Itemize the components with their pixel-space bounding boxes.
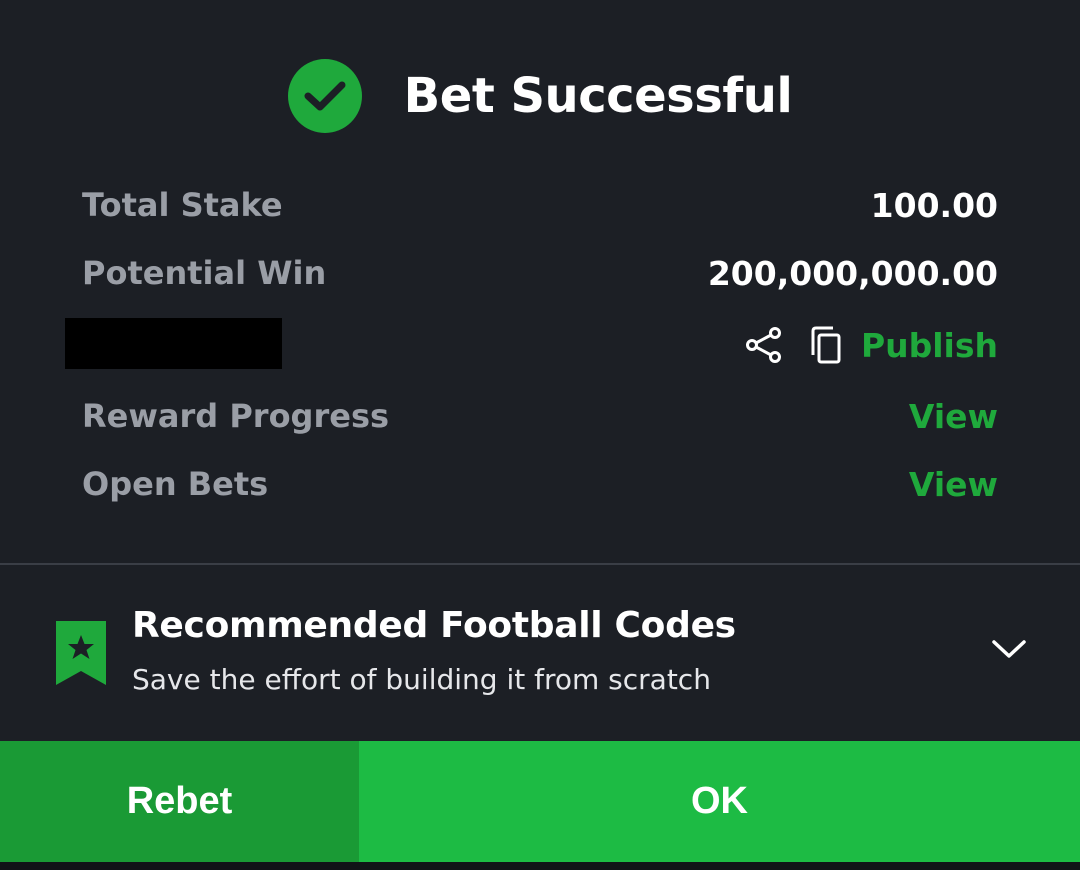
check-circle-icon <box>287 59 362 133</box>
bottom-edge <box>0 862 1080 870</box>
copy-icon[interactable] <box>807 325 845 365</box>
open-bets-row: Open Bets View <box>82 459 998 509</box>
potential-win-value: 200,000,000.00 <box>707 253 998 293</box>
reward-progress-label: Reward Progress <box>82 397 390 435</box>
potential-win-label: Potential Win <box>82 254 327 292</box>
chevron-down-icon[interactable] <box>990 637 1028 665</box>
modal-header: Bet Successful <box>0 55 1080 137</box>
reward-progress-row: Reward Progress View <box>82 391 998 441</box>
open-bets-view-link[interactable]: View <box>909 465 998 504</box>
potential-win-row: Potential Win 200,000,000.00 <box>82 248 998 298</box>
rebet-button[interactable]: Rebet <box>0 741 359 862</box>
publish-link[interactable]: Publish <box>861 326 998 365</box>
recommended-title: Recommended Football Codes <box>132 605 736 646</box>
redacted-booking-code <box>65 318 282 369</box>
share-icon[interactable] <box>745 326 783 364</box>
ok-button[interactable]: OK <box>359 741 1080 862</box>
reward-progress-view-link[interactable]: View <box>909 397 998 436</box>
recommended-subtitle: Save the effort of building it from scra… <box>132 663 711 696</box>
action-button-bar: Rebet OK <box>0 741 1080 862</box>
recommended-codes-section[interactable]: Recommended Football Codes Save the effo… <box>0 565 1080 741</box>
open-bets-label: Open Bets <box>82 465 269 503</box>
total-stake-row: Total Stake 100.00 <box>82 180 998 230</box>
bet-success-modal: Bet Successful Total Stake 100.00 Potent… <box>0 0 1080 870</box>
share-actions: Publish <box>745 320 998 370</box>
bookmark-star-icon <box>56 621 106 689</box>
total-stake-value: 100.00 <box>870 185 998 225</box>
page-title: Bet Successful <box>403 68 793 124</box>
total-stake-label: Total Stake <box>82 186 283 224</box>
